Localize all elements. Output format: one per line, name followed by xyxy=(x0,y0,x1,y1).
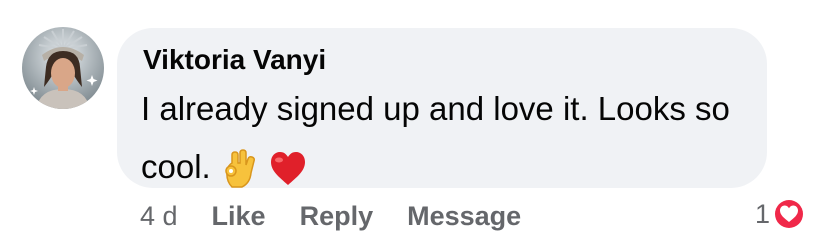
heart-reaction-icon xyxy=(773,198,805,230)
comment-text-block: I already signed up and love it. Looks s… xyxy=(141,80,756,196)
reaction-summary[interactable]: 1 xyxy=(755,197,806,231)
comment: Viktoria Vanyi I already signed up and l… xyxy=(0,0,828,245)
comment-bubble: Viktoria Vanyi I already signed up and l… xyxy=(117,28,767,189)
ok-hand-emoji xyxy=(222,149,258,189)
reply-button[interactable]: Reply xyxy=(300,201,374,232)
avatar[interactable] xyxy=(22,27,104,109)
author-name[interactable]: Viktoria Vanyi xyxy=(143,44,326,76)
message-button[interactable]: Message xyxy=(407,201,521,232)
reaction-count: 1 xyxy=(754,198,770,229)
like-button[interactable]: Like xyxy=(212,201,266,232)
comment-actions: 4 d Like Reply Message xyxy=(140,198,555,234)
red-heart-emoji xyxy=(269,151,307,187)
timestamp[interactable]: 4 d xyxy=(140,201,178,232)
